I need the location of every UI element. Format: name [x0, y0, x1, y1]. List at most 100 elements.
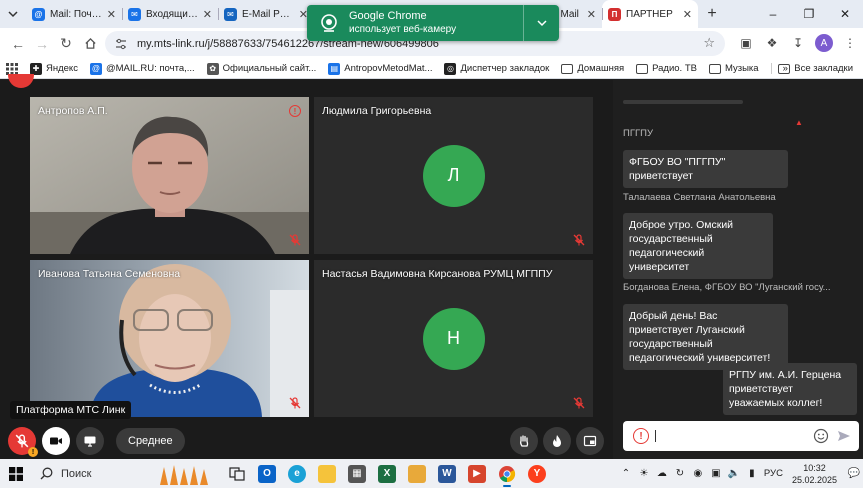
send-icon[interactable] [837, 429, 851, 443]
taskbar-excel[interactable]: X [372, 459, 402, 488]
menu-kebab-icon[interactable]: ⋮ [837, 31, 863, 55]
start-button[interactable] [0, 459, 32, 488]
home-icon [84, 37, 96, 49]
webcam-icon [321, 14, 337, 32]
chat-message: ФГБОУ ВО "ПГГПУ" приветствует [623, 150, 788, 188]
close-window-button[interactable]: ✕ [827, 0, 863, 28]
maximize-button[interactable]: ❐ [791, 0, 827, 28]
battery-icon[interactable]: ▮ [745, 467, 759, 481]
bookmark-item-1[interactable]: ✚ Яндекс [24, 62, 84, 75]
bookmark-label: Домашняя [577, 63, 625, 74]
tab-favicon-icon: ✉ [224, 7, 237, 21]
media-player-icon: ▶ [468, 464, 486, 483]
reactions-button[interactable] [543, 427, 571, 455]
tray-sync-icon[interactable]: ↻ [673, 467, 687, 481]
tab-title: Mail: Почта, Облако [50, 8, 103, 20]
bookmark-item-5[interactable]: ◎ Диспетчер закладок [438, 62, 555, 75]
scroll-up-arrow-icon[interactable]: ▲ [795, 118, 803, 127]
bookmark-item-7[interactable]: Радио. ТВ [630, 63, 703, 74]
webcam-in-use-icon[interactable]: ◉ [691, 467, 705, 481]
taskbar-calculator[interactable]: ▦ [342, 459, 372, 488]
all-bookmarks-folder[interactable]: Все закладки [771, 63, 859, 74]
quality-selector[interactable]: Среднее [116, 428, 185, 454]
chat-input-field[interactable]: ! [623, 421, 859, 451]
taskbar-outlook[interactable]: O [252, 459, 282, 488]
extensions-icon[interactable]: ❖ [759, 31, 785, 55]
site-info-icon[interactable] [113, 36, 129, 52]
tab-close-icon[interactable]: ✕ [203, 8, 212, 21]
taskbar-word[interactable]: W [432, 459, 462, 488]
excel-icon: X [378, 464, 396, 483]
tab-close-icon[interactable]: ✕ [683, 8, 692, 21]
browser-tab-7[interactable]: П ПАРТНЕР ✕ [602, 0, 698, 28]
folder-icon [408, 464, 426, 483]
reload-button[interactable]: ↻ [54, 32, 78, 56]
participant-tile-4[interactable]: Настасья Вадимовна Кирсанова РУМЦ МГППУ … [314, 260, 593, 417]
network-icon[interactable]: ▣ [709, 467, 723, 481]
bookmark-item-8[interactable]: Музыка [703, 63, 765, 74]
emoji-icon[interactable] [813, 428, 829, 444]
taskbar-edge[interactable]: e [282, 459, 312, 488]
word-icon: W [438, 464, 456, 483]
tab-close-icon[interactable]: ✕ [107, 8, 116, 21]
profile-avatar[interactable]: A [815, 34, 833, 52]
minimize-button[interactable]: – [755, 0, 791, 28]
chevron-down-icon [536, 20, 547, 27]
windows-logo-icon [9, 466, 23, 481]
all-bookmarks-label: Все закладки [794, 63, 853, 74]
bookmark-favicon-icon: ✚ [30, 62, 42, 75]
tray-overflow-icon[interactable]: ⌃ [619, 467, 633, 481]
forward-button[interactable]: → [30, 32, 54, 56]
new-tab-button[interactable]: + [698, 0, 726, 28]
taskbar-explorer[interactable] [312, 459, 342, 488]
participant-name: Иванова Татьяна Семеновна [38, 268, 181, 280]
bookmark-star-icon[interactable]: ☆ [703, 35, 715, 51]
participant-tile-1[interactable]: Антропов А.П. ! [30, 97, 309, 254]
volume-icon[interactable]: 🔈 [727, 467, 741, 481]
notifications-icon[interactable]: 💬 [847, 467, 861, 481]
taskbar-media[interactable]: ▶ [462, 459, 492, 488]
taskbar-search[interactable]: Поиск [32, 459, 222, 488]
browser-tab-1[interactable]: @ Mail: Почта, Облако ✕ [26, 0, 122, 28]
mic-off-icon [573, 397, 585, 409]
tray-cloud-icon[interactable]: ☁ [655, 467, 669, 481]
download-icon[interactable]: ↧ [785, 31, 811, 55]
camera-toggle-button[interactable] [42, 427, 70, 455]
clock-date: 25.02.2025 [791, 474, 837, 485]
raise-hand-button[interactable] [510, 427, 538, 455]
clock[interactable]: 10:32 25.02.2025 [792, 462, 837, 486]
tray-app-icon[interactable]: ☀ [637, 467, 651, 481]
bookmark-item-2[interactable]: @ @MAIL.RU: почта,... [84, 62, 201, 75]
mic-toggle-button[interactable]: ! [8, 427, 38, 457]
tab-close-icon[interactable]: ✕ [587, 8, 596, 21]
meeting-app: Антропов А.П. ! Людмила Григорьевна Л Ив… [0, 74, 863, 459]
taskbar-task-view[interactable] [222, 459, 252, 488]
bookmark-item-4[interactable]: ▤ AntropovMetodMat... [322, 62, 438, 75]
folder-icon [778, 63, 791, 74]
meeting-actions [510, 427, 609, 455]
taskbar-chrome[interactable] [492, 459, 522, 488]
language-indicator[interactable]: РУС [764, 468, 783, 479]
message-sender: ПГГПУ [623, 128, 653, 139]
apps-grid-icon[interactable] [0, 62, 24, 75]
screen-share-button[interactable] [76, 427, 104, 455]
top-control-stub[interactable] [8, 74, 34, 88]
home-button[interactable] [78, 32, 102, 56]
bookmark-item-3[interactable]: ✿ Официальный сайт... [201, 62, 323, 75]
back-button[interactable]: ← [6, 32, 30, 56]
tab-title: ПАРТНЕР [626, 8, 673, 20]
browser-tab-3[interactable]: ✉E-Mail РГПУ им.✕ [218, 0, 314, 28]
layout-button[interactable] [576, 427, 604, 455]
screenshot-icon[interactable]: ▣ [733, 31, 759, 55]
participant-tile-2[interactable]: Людмила Григорьевна Л [314, 97, 593, 254]
webcam-notification[interactable]: Google Chrome использует веб-камеру [307, 5, 559, 41]
chevron-down-icon [8, 11, 18, 18]
bookmark-item-6[interactable]: Домашняя [555, 63, 630, 74]
notification-expand-button[interactable] [523, 5, 559, 41]
tab-search-dropdown[interactable] [0, 0, 26, 28]
taskbar-explorer-2[interactable] [402, 459, 432, 488]
taskbar-yandex[interactable]: Y [522, 459, 552, 488]
browser-tab-2[interactable]: ✉ Входящие - Почта ✕ [122, 0, 218, 28]
bookmark-favicon-icon: ✿ [206, 62, 219, 75]
participant-tile-3[interactable]: Иванова Татьяна Семеновна [30, 260, 309, 417]
